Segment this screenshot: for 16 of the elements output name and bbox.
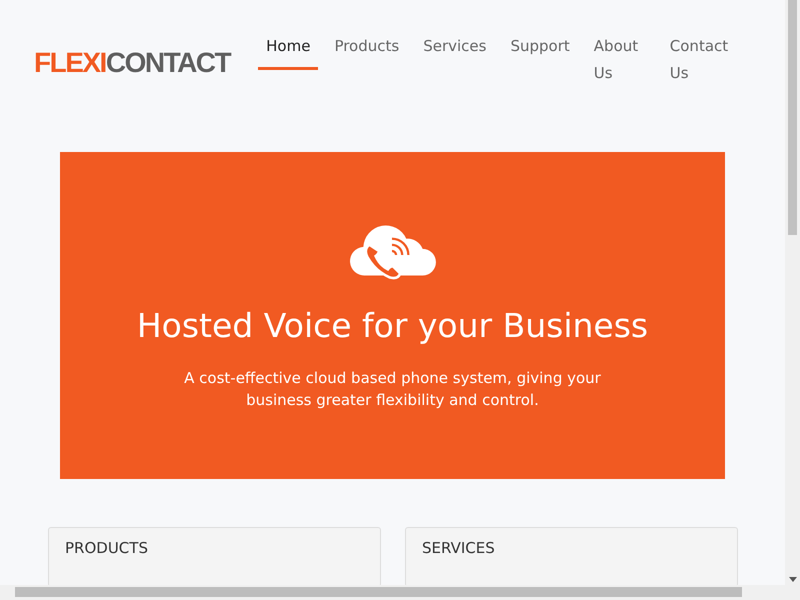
scrollbar-thumb[interactable]	[788, 0, 797, 235]
hero-subtitle: A cost-effective cloud based phone system, giving your business greater flexibility and control.	[183, 368, 602, 411]
nav-link[interactable]: Home	[258, 33, 318, 70]
horizontal-scrollbar[interactable]	[0, 585, 800, 600]
hero-title: Hosted Voice for your Business	[136, 306, 648, 345]
nav-link[interactable]: Contact Us	[662, 33, 730, 90]
nav-link[interactable]: Services	[415, 33, 494, 63]
nav-link[interactable]: About Us	[586, 33, 654, 90]
nav-link[interactable]: Products	[326, 33, 408, 63]
nav-link[interactable]: Support	[502, 33, 578, 63]
card-title: SERVICES	[422, 539, 495, 557]
logo[interactable]: FLEXICONTACT	[34, 47, 230, 79]
scrollbar-thumb[interactable]	[15, 587, 742, 597]
scroll-down-icon[interactable]	[789, 577, 797, 582]
card-title: PRODUCTS	[65, 539, 148, 557]
vertical-scrollbar[interactable]	[785, 0, 800, 586]
